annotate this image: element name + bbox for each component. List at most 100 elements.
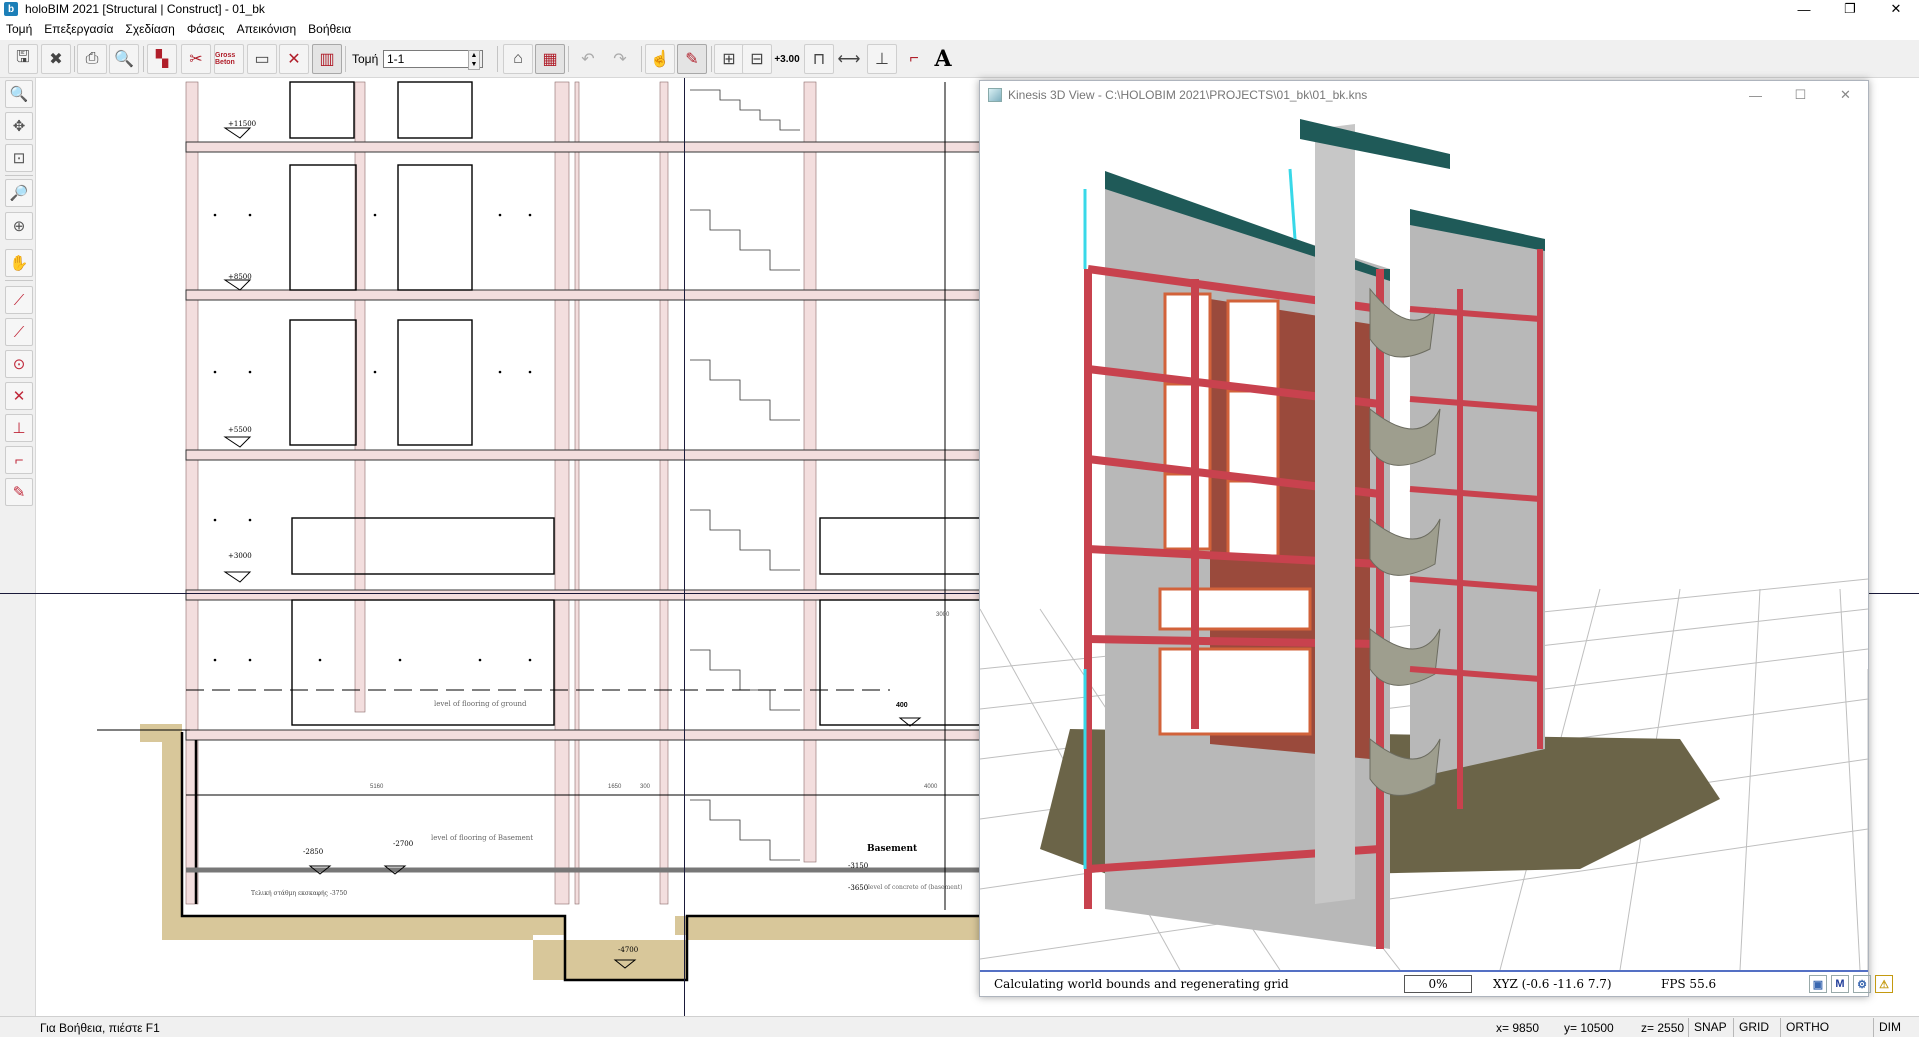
level-marker-icon[interactable]: ⊞ xyxy=(714,44,744,74)
select-hand-icon[interactable]: ☝ xyxy=(645,44,675,74)
section-view-icon[interactable]: ⌂ xyxy=(503,44,533,74)
3d-view-minimize-button[interactable]: — xyxy=(1733,81,1778,109)
toolbar-separator xyxy=(74,46,75,72)
grid-toggle[interactable]: GRID xyxy=(1733,1018,1774,1037)
3d-model-button[interactable]: M xyxy=(1831,975,1849,993)
3d-warning-icon[interactable]: ⚠ xyxy=(1875,975,1893,993)
text-tool-button[interactable]: A xyxy=(928,44,958,74)
building-view-icon[interactable]: ▥ xyxy=(312,44,342,74)
panel-icon[interactable]: ▭ xyxy=(247,44,277,74)
dim-toggle[interactable]: DIM xyxy=(1873,1018,1906,1037)
pan-hand-icon[interactable]: ✋ xyxy=(5,249,33,277)
window-controls: — ❐ ✕ xyxy=(1781,0,1919,18)
maximize-button[interactable]: ❐ xyxy=(1827,0,1873,18)
stair-section-icon[interactable]: ⊥ xyxy=(867,44,897,74)
toolbar-separator xyxy=(568,46,569,72)
close-button[interactable]: ✕ xyxy=(1873,0,1919,18)
3d-view-status-bar: Calculating world bounds and regeneratin… xyxy=(980,970,1893,996)
toolbar-separator xyxy=(497,46,498,72)
print-preview-icon[interactable]: 🔍 xyxy=(109,44,139,74)
help-hint: Για Βοήθεια, πιέστε F1 xyxy=(40,1021,160,1035)
excavation-note: Τελική στάθμη εκσκαφής -3750 xyxy=(251,890,348,897)
menu-phases[interactable]: Φάσεις xyxy=(181,22,231,36)
zoom-extents-icon[interactable]: ⊡ xyxy=(5,144,33,172)
3d-view-icon xyxy=(988,88,1002,102)
menu-section[interactable]: Τομή xyxy=(0,22,38,36)
redo-icon[interactable]: ↷ xyxy=(605,44,635,74)
ground-floor-label: level of flooring of ground xyxy=(434,700,527,708)
wall-strips xyxy=(185,81,817,905)
snap-perpendicular-icon[interactable]: ⊥ xyxy=(5,414,33,442)
basement-floor-label: level of flooring of Basement xyxy=(431,834,534,842)
section-label: Τομή xyxy=(352,52,379,66)
snap-midpoint-icon[interactable]: ⟋ xyxy=(5,318,33,346)
dimension-label: 1650 xyxy=(608,784,622,790)
stair-lines xyxy=(690,89,800,861)
3d-viewport[interactable] xyxy=(980,109,1868,970)
toolbar-separator xyxy=(143,46,144,72)
3d-view-title-bar[interactable]: Kinesis 3D View - C:\HOLOBIM 2021\PROJEC… xyxy=(980,81,1868,109)
pan-center-icon[interactable]: ✥ xyxy=(5,112,33,140)
level-label: 400 xyxy=(896,702,908,709)
print-icon[interactable]: ⎙ xyxy=(77,44,107,74)
section-spinner[interactable]: ▲ ▼ xyxy=(468,50,480,70)
toolbar-separator xyxy=(641,46,642,72)
pencil-draw-icon[interactable]: ✎ xyxy=(677,44,707,74)
polyline-icon[interactable]: ⌐ xyxy=(899,44,929,74)
3d-building-icon[interactable]: ▦ xyxy=(535,44,565,74)
cursor-crosshair-vertical xyxy=(684,78,685,1016)
basement-label: Basement xyxy=(867,844,918,854)
3d-view-close-button[interactable]: ✕ xyxy=(1823,81,1868,109)
level-label: -3150 xyxy=(848,862,869,870)
level-label: +3000 xyxy=(228,552,252,560)
3d-camera-icon[interactable]: ▣ xyxy=(1809,975,1827,993)
menu-bar: Τομή Επεξεργασία Σχεδίαση Φάσεις Απεικόν… xyxy=(0,18,1919,40)
frame-dimension-icon[interactable]: ⊓ xyxy=(804,44,834,74)
main-toolbar: 🖫 ✖ ⎙ 🔍 ▚ ✂ Gross Beton ▭ ✕ ▥ Τομή 1-1▼ … xyxy=(0,40,1919,78)
level-label: -4700 xyxy=(618,946,639,954)
close-file-icon[interactable]: ✖ xyxy=(41,44,71,74)
snap-intersection-icon[interactable]: ✕ xyxy=(5,382,33,410)
menu-edit[interactable]: Επεξεργασία xyxy=(38,22,119,36)
menu-view[interactable]: Απεικόνιση xyxy=(231,22,303,36)
level-plus-button[interactable]: +3.00 xyxy=(772,44,802,74)
coord-z: z= 2550 xyxy=(1641,1021,1685,1035)
zoom-in-icon[interactable]: ⊕ xyxy=(5,212,33,240)
menu-help[interactable]: Βοήθεια xyxy=(302,22,357,36)
status-bar: Για Βοήθεια, πιέστε F1 x= 9850 y= 10500 … xyxy=(0,1016,1919,1037)
save-icon[interactable]: 🖫 xyxy=(8,44,38,74)
application-window: b holoBIM 2021 [Structural | Construct] … xyxy=(0,0,1919,1037)
section-lines xyxy=(97,82,980,910)
3d-view-controls: — ☐ ✕ xyxy=(1733,81,1868,109)
erase-element-icon[interactable]: ✕ xyxy=(279,44,309,74)
zoom-out-icon[interactable]: 🔎 xyxy=(5,179,33,207)
elevation-icon[interactable]: ⊟ xyxy=(742,44,772,74)
scissor-cut-icon[interactable]: ✂ xyxy=(181,44,211,74)
dimension-arrows-icon[interactable]: ⟷ xyxy=(834,44,864,74)
menu-draw[interactable]: Σχεδίαση xyxy=(119,22,180,36)
3d-view-window[interactable]: Kinesis 3D View - C:\HOLOBIM 2021\PROJEC… xyxy=(979,80,1893,997)
level-label: -2700 xyxy=(393,840,414,848)
dimension-label: 300 xyxy=(640,784,651,790)
undo-icon[interactable]: ↶ xyxy=(573,44,603,74)
toolbar-separator xyxy=(711,46,712,72)
zoom-window-icon[interactable]: 🔍 xyxy=(5,80,33,108)
snap-center-icon[interactable]: ⊙ xyxy=(5,350,33,378)
left-toolbar: 🔍 ✥ ⊡ 🔎 ⊕ ✋ ⟋ ⟋ ⊙ ✕ ⊥ ⌐ ✎ xyxy=(0,78,36,1016)
3d-progress: 0% xyxy=(1404,975,1472,993)
dimension-label: 4000 xyxy=(924,784,938,790)
snap-corner-icon[interactable]: ⌐ xyxy=(5,446,33,474)
coord-x: x= 9850 xyxy=(1496,1021,1540,1035)
3d-view-maximize-button[interactable]: ☐ xyxy=(1778,81,1823,109)
snap-endpoint-icon[interactable]: ⟋ xyxy=(5,286,33,314)
level-label: +5500 xyxy=(228,426,252,434)
3d-settings-icon[interactable]: ⚙ xyxy=(1853,975,1871,993)
snap-nearest-icon[interactable]: ✎ xyxy=(5,478,33,506)
gross-beton-button[interactable]: Gross Beton xyxy=(214,44,244,74)
structure-icon[interactable]: ▚ xyxy=(147,44,177,74)
snap-toggle[interactable]: SNAP xyxy=(1688,1018,1732,1037)
coord-y: y= 10500 xyxy=(1564,1021,1614,1035)
minimize-button[interactable]: — xyxy=(1781,0,1827,18)
3d-model-render xyxy=(980,119,1868,970)
ortho-toggle[interactable]: ORTHO xyxy=(1780,1018,1834,1037)
